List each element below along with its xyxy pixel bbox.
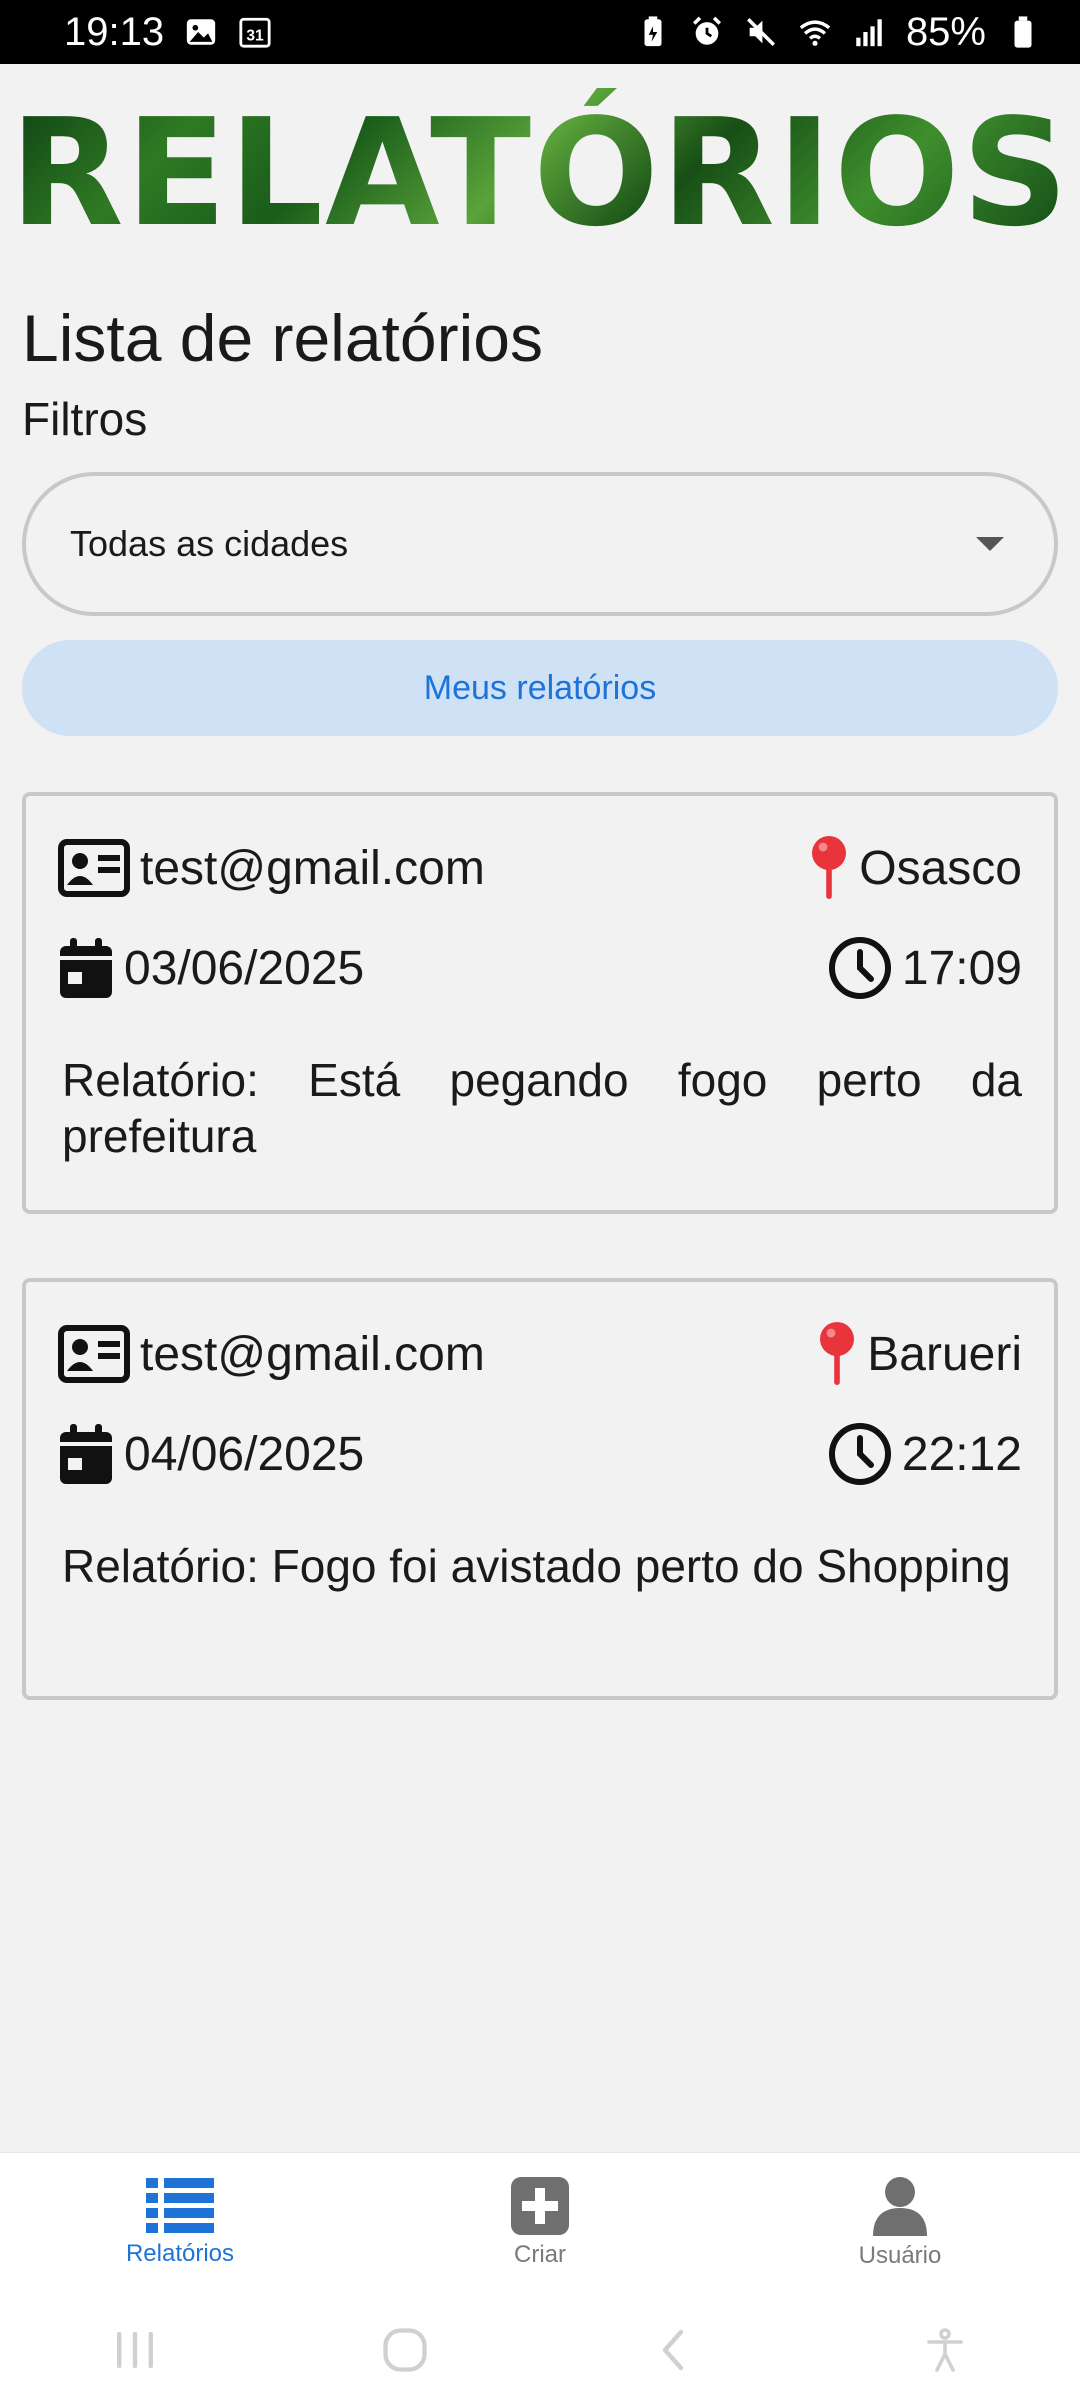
map-pin-icon — [809, 835, 849, 901]
report-description: Relatório: Está pegando fogo perto da pr… — [62, 1054, 1022, 1162]
report-time-group: 22:12 — [828, 1422, 1022, 1486]
calendar-icon — [58, 1422, 114, 1486]
filters-label: Filtros — [22, 393, 148, 445]
page-title: RELATÓRIOS — [0, 88, 1080, 258]
chevron-down-icon — [976, 537, 1004, 551]
user-icon — [873, 2176, 927, 2236]
nav-item-usuario[interactable]: Usuário — [720, 2153, 1080, 2293]
report-author: test@gmail.com — [58, 839, 485, 897]
calendar-notification-icon: 31 — [238, 15, 272, 49]
battery-saver-icon — [636, 15, 670, 49]
report-header-row: test@gmail.com Barueri — [58, 1316, 1022, 1392]
status-time: 19:13 — [64, 9, 165, 54]
report-date-group: 03/06/2025 — [58, 936, 364, 1000]
system-navigation-bar — [0, 2292, 1080, 2408]
id-card-icon — [58, 839, 130, 897]
report-datetime-row: 03/06/2025 17:09 — [58, 930, 1022, 1006]
plus-square-icon — [511, 2176, 569, 2235]
recent-apps-button[interactable] — [95, 2310, 175, 2390]
report-card[interactable]: test@gmail.com Barueri 04/06/2025 22:12 … — [22, 1278, 1058, 1700]
report-city: Osasco — [859, 841, 1022, 895]
back-button[interactable] — [635, 2310, 715, 2390]
recent-apps-icon — [117, 2332, 153, 2368]
report-time-group: 17:09 — [828, 936, 1022, 1000]
report-card[interactable]: test@gmail.com Osasco 03/06/2025 17:09 R… — [22, 792, 1058, 1214]
nav-item-criar[interactable]: Criar — [360, 2153, 720, 2293]
report-header-row: test@gmail.com Osasco — [58, 830, 1022, 906]
status-bar-left: 19:13 31 — [64, 10, 272, 55]
list-title: Lista de relatórios — [22, 301, 543, 375]
battery-percent: 85% — [905, 9, 986, 54]
mute-icon — [744, 15, 778, 49]
id-card-icon — [58, 1325, 130, 1383]
accessibility-button[interactable] — [905, 2310, 985, 2390]
report-date: 03/06/2025 — [124, 941, 365, 995]
calendar-day: 31 — [246, 28, 264, 45]
wifi-icon — [798, 15, 832, 49]
report-email: test@gmail.com — [140, 1327, 485, 1381]
city-filter-select[interactable]: Todas as cidades — [22, 472, 1058, 616]
gallery-icon — [184, 15, 218, 49]
my-reports-button[interactable]: Meus relatórios — [22, 640, 1058, 736]
clock-icon — [828, 936, 892, 1000]
report-city: Barueri — [867, 1327, 1022, 1381]
nav-label-criar: Criar — [514, 2240, 566, 2268]
clock-icon — [828, 1422, 892, 1486]
home-button[interactable] — [365, 2310, 445, 2390]
report-location: Barueri — [817, 1321, 1022, 1387]
signal-icon — [852, 15, 886, 49]
bottom-navigation: Relatórios Criar Usuário — [0, 2152, 1080, 2292]
alarm-icon — [690, 15, 724, 49]
report-time: 17:09 — [901, 941, 1022, 995]
report-author: test@gmail.com — [58, 1325, 485, 1383]
nav-label-relatorios: Relatórios — [125, 2239, 235, 2267]
calendar-icon — [58, 936, 114, 1000]
accessibility-icon — [927, 2328, 963, 2372]
city-select-value: Todas as cidades — [70, 523, 349, 564]
map-pin-icon — [817, 1321, 857, 1387]
report-datetime-row: 04/06/2025 22:12 — [58, 1416, 1022, 1492]
report-email: test@gmail.com — [140, 841, 485, 895]
list-icon — [146, 2177, 214, 2234]
status-bar: 19:13 31 85% — [0, 0, 1080, 64]
report-location: Osasco — [809, 835, 1022, 901]
report-date-group: 04/06/2025 — [58, 1422, 364, 1486]
nav-item-relatorios[interactable]: Relatórios — [0, 2153, 360, 2293]
report-description: Relatório: Fogo foi avistado perto do Sh… — [62, 1540, 1011, 1592]
nav-label-usuario: Usuário — [858, 2241, 942, 2269]
report-time: 22:12 — [901, 1427, 1022, 1481]
home-icon — [383, 2328, 427, 2372]
back-icon — [662, 2329, 684, 2371]
status-bar-right: 85% — [636, 10, 1040, 55]
report-date: 04/06/2025 — [124, 1427, 365, 1481]
battery-icon — [1006, 15, 1040, 49]
